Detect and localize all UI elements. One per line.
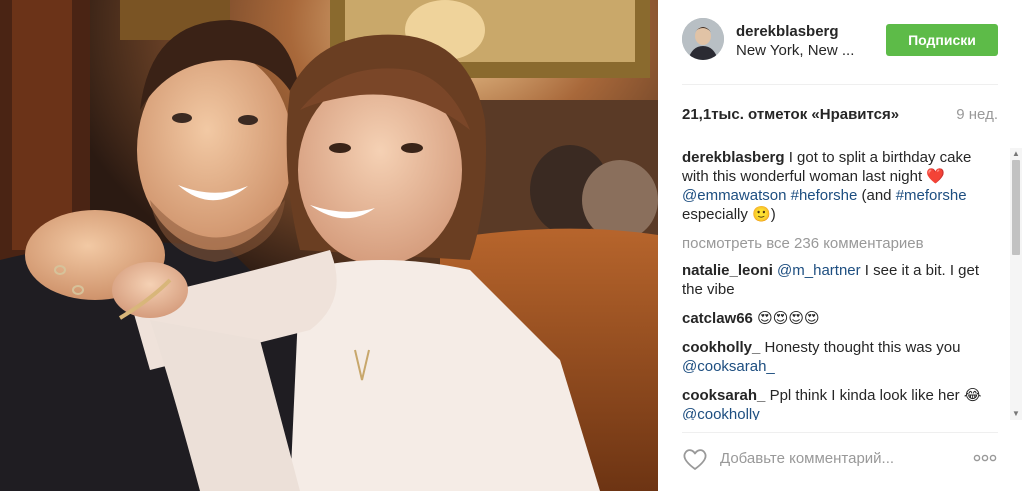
comment-mention[interactable]: @m_hartner: [777, 262, 861, 279]
post-age[interactable]: 9 нед.: [956, 106, 998, 123]
caption-username[interactable]: derekblasberg: [682, 149, 785, 166]
comments-divider: [682, 432, 998, 433]
likes-row: 21,1тыс. отметок «Нравится» 9 нед.: [682, 106, 998, 128]
caption-text-middle: (and: [857, 187, 896, 204]
caption-mention[interactable]: @emmawatson: [682, 187, 786, 204]
header-divider: [682, 84, 998, 85]
caption: derekblasberg I got to split a birthday …: [682, 148, 998, 224]
post-side-panel: derekblasberg New York, New ... Подписки…: [658, 0, 1022, 491]
comment-item: catclaw66 😍😍😍😍: [682, 309, 998, 328]
more-options-icon[interactable]: [972, 448, 998, 468]
caption-hashtag-heforshe[interactable]: #heforshe: [791, 187, 858, 204]
scroll-down-arrow-icon[interactable]: ▼: [1010, 408, 1022, 420]
scroll-thumb[interactable]: [1012, 160, 1020, 255]
location[interactable]: New York, New ...: [736, 41, 896, 61]
comment-item: cooksarah_ Ppl think I kinda look like h…: [682, 386, 998, 420]
comment-text: Honesty thought this was you: [764, 339, 961, 356]
avatar-image: [682, 18, 724, 60]
comments-list: derekblasberg I got to split a birthday …: [682, 148, 998, 420]
caption-hashtag-meforshe[interactable]: #meforshe: [896, 187, 967, 204]
post-photo-illustration: [0, 0, 658, 491]
user-block: derekblasberg New York, New ...: [736, 23, 896, 61]
add-comment-input[interactable]: [720, 447, 940, 469]
post-photo[interactable]: [0, 0, 658, 491]
follow-button[interactable]: Подписки: [886, 24, 998, 56]
comment-text: 😍😍😍😍: [757, 310, 820, 327]
comment-mention[interactable]: @cooksarah_: [682, 358, 775, 375]
add-comment-bar: [682, 440, 998, 476]
comments-scrollbar[interactable]: ▲ ▼: [1010, 148, 1022, 420]
comment-text: Ppl think I kinda look like her 😂: [769, 387, 982, 404]
comment-item: cookholly_ Honesty thought this was you …: [682, 338, 998, 376]
scroll-up-arrow-icon[interactable]: ▲: [1010, 148, 1022, 160]
heart-icon[interactable]: [682, 447, 708, 471]
likes-count[interactable]: 21,1тыс. отметок «Нравится»: [682, 106, 899, 123]
username[interactable]: derekblasberg: [736, 23, 896, 41]
comment-item: natalie_leoni @m_hartner I see it a bit.…: [682, 261, 998, 299]
comment-username[interactable]: cooksarah_: [682, 387, 765, 404]
comment-username[interactable]: natalie_leoni: [682, 262, 773, 279]
comment-username[interactable]: cookholly_: [682, 339, 760, 356]
view-all-comments-link[interactable]: посмотреть все 236 комментариев: [682, 234, 998, 253]
avatar[interactable]: [682, 18, 724, 60]
comment-username[interactable]: catclaw66: [682, 310, 753, 327]
post-header: derekblasberg New York, New ... Подписки: [682, 16, 998, 66]
comment-mention[interactable]: @cookholly_: [682, 406, 768, 420]
caption-text-after: especially 🙂): [682, 206, 776, 223]
